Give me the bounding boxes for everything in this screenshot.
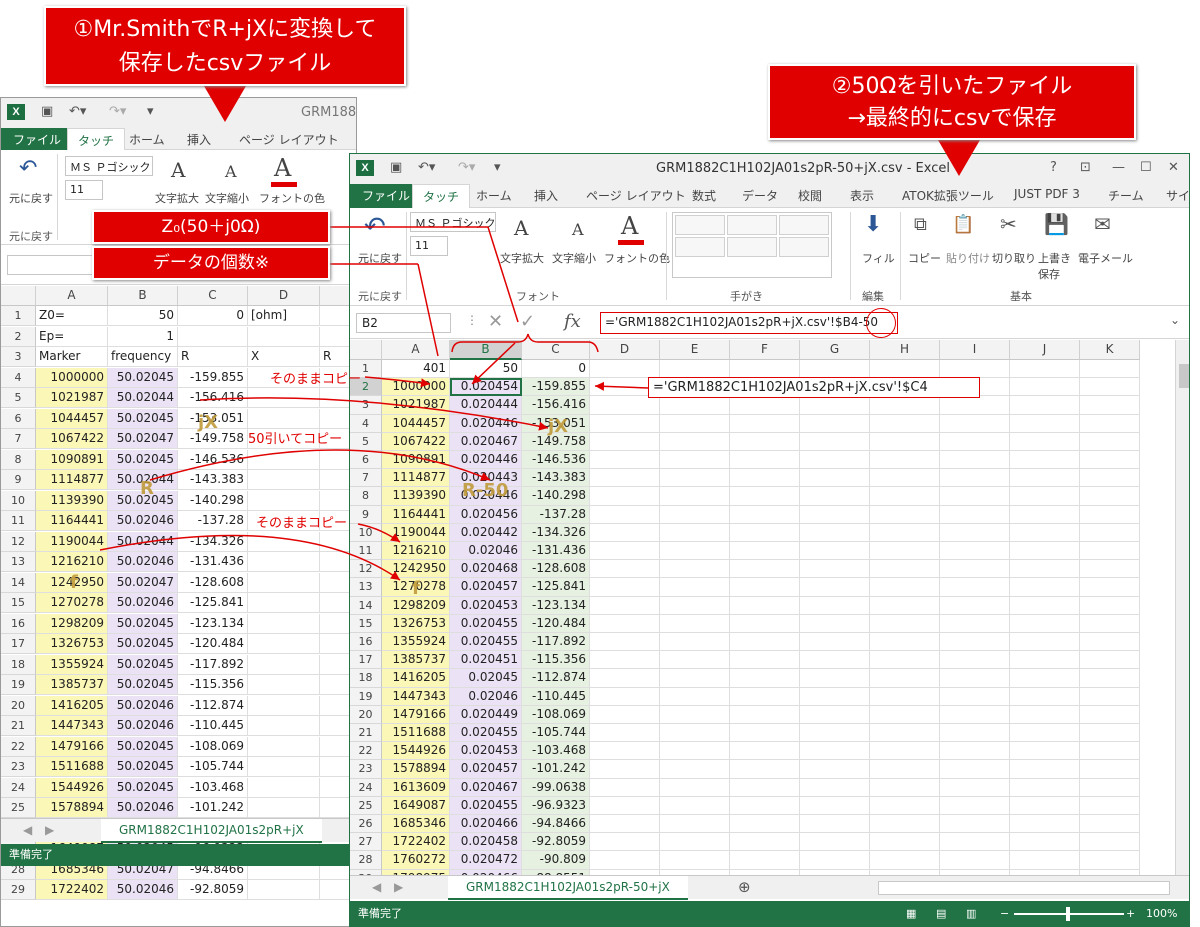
annotation-copy-as-is-2: そのままコピー [256,516,348,531]
arrow [99,534,401,581]
connector [487,226,519,323]
annotation-subtract-50: 50引いてコピー [248,432,343,447]
callout-z0: Z₀(50＋j0Ω) [92,210,330,244]
arrow [594,381,649,391]
callout-final-file: ②50Ωを引いたファイル →最終的にcsvで保存 [768,64,1136,140]
label-r-left: R [140,478,154,499]
arrow [364,376,431,388]
connector [417,263,439,357]
arrow [199,397,549,431]
callout-data-count: データの個数※ [92,246,330,280]
callout-line: 保存したcsvファイル [118,51,332,76]
label-jx-left: jX [198,412,219,433]
callout-original-file: ①Mr.SmithでR+jXに変換して 保存したcsvファイル [44,6,406,86]
formula-note: ='GRM1882C1H102JA01s2pR+jX.csv'!$C4 [648,377,980,398]
arrow [471,342,516,385]
callout-line: ②50Ωを引いたファイル [831,74,1073,99]
callout-pointer [938,140,980,176]
arrow [149,449,491,481]
label-f-right: f [412,578,420,599]
callout-pointer [204,86,246,122]
callout-line: →最終的にcsvで保存 [847,106,1057,131]
annotation-copy-as-is: そのままコピー [270,372,362,387]
arrow [357,523,401,543]
callout-line: ①Mr.SmithでR+jXに変換して [73,17,377,42]
label-f-left: f [70,572,78,593]
label-r50-right: R-50 [462,480,509,501]
label-jx-right: jX [548,416,569,437]
brace [451,333,599,353]
